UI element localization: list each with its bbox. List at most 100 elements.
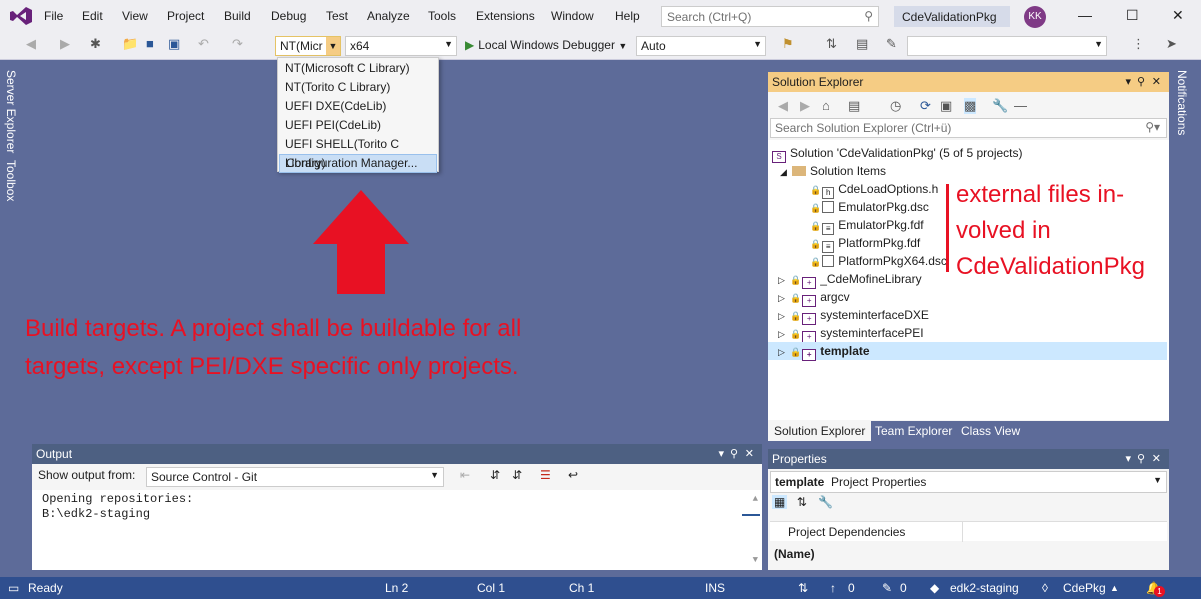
chevron-up-icon[interactable]: ▲ [1110,583,1119,593]
output-source-combo[interactable]: Source Control - Git ▼ [146,467,444,487]
menu-project[interactable]: Project [167,9,204,23]
chevron-down-icon[interactable]: ▾ [718,447,724,460]
menu-window[interactable]: Window [551,9,594,23]
output-text[interactable]: Opening repositories: B:\edk2-staging ▲ … [32,490,762,570]
menu-extensions[interactable]: Extensions [476,9,535,23]
solution-configuration-combo[interactable]: NT(Micr ▼ [275,36,341,56]
project-node[interactable]: ▷ 🔒 + argcv [768,288,1167,307]
collapsed-triangle-icon[interactable]: ▷ [778,307,790,325]
property-row[interactable]: Project Dependencies [770,521,1167,542]
collapsed-triangle-icon[interactable]: ▷ [778,289,790,307]
save-all-icon[interactable]: ▣ [168,36,180,52]
undo-icon[interactable]: ↶ [198,36,209,52]
menu-tools[interactable]: Tools [428,9,456,23]
collapsed-triangle-icon[interactable]: ▷ [778,343,790,361]
branch-name[interactable]: edk2-staging [950,581,1019,595]
collapse-all-icon[interactable]: ▣ [940,98,952,114]
tab-class-view[interactable]: Class View [955,421,1026,441]
dropdown-item-nt-microsoft[interactable]: NT(Microsoft C Library) [279,59,437,78]
menu-test[interactable]: Test [326,9,348,23]
dropdown-item-uefi-shell[interactable]: UEFI SHELL(Torito C Library) [279,135,437,170]
push-icon[interactable]: ↑ [830,581,836,595]
project-node[interactable]: ▷ 🔒 + systeminterfaceDXE [768,306,1167,325]
close-icon[interactable]: ✕ [1152,75,1161,88]
server-explorer-tab[interactable]: Server Explorer [4,70,18,153]
tab-team-explorer[interactable]: Team Explorer [869,421,958,441]
refresh-icon[interactable]: ⟳ [920,98,931,114]
wrench-icon[interactable]: 🔧 [818,495,833,509]
chevron-down-icon[interactable]: ▼ [1094,39,1103,49]
menu-analyze[interactable]: Analyze [367,9,410,23]
avatar[interactable]: KK [1024,6,1046,28]
redo-icon[interactable]: ↷ [232,36,243,52]
chevron-down-icon[interactable]: ▾ [1125,452,1131,465]
collapsed-triangle-icon[interactable]: ▷ [778,271,790,289]
solution-search-input[interactable]: Search Solution Explorer (Ctrl+ü) ⚲▾ [770,118,1167,138]
scroll-down-icon[interactable]: ▼ [753,553,758,568]
save-icon[interactable]: ■ [146,36,154,51]
home-icon[interactable]: ⌂ [822,98,830,113]
repo-icon[interactable]: ◊ [1042,581,1048,595]
menu-view[interactable]: View [122,9,148,23]
branch-icon[interactable]: ⇅ [826,36,837,52]
platform-combo[interactable]: x64 ▼ [345,36,457,56]
menu-help[interactable]: Help [615,9,640,23]
chevron-down-icon[interactable]: ▼ [1153,475,1162,485]
branch-icon[interactable]: ◆ [930,581,939,595]
pending-changes-icon[interactable]: ◷ [890,98,901,114]
menu-debug[interactable]: Debug [271,9,306,23]
prev-message-icon[interactable]: ⇵ [490,468,500,482]
comment-icon[interactable]: ▤ [856,36,868,52]
new-project-icon[interactable]: ✱ [90,36,101,52]
repo-name[interactable]: CdePkg [1063,581,1106,595]
back-icon[interactable]: ◀ [26,36,36,52]
chevron-down-icon[interactable]: ▼ [430,470,439,480]
search-input[interactable]: Search (Ctrl+Q) ⚲ [661,6,879,27]
chevron-down-icon[interactable]: ▼ [753,39,762,49]
changes-count[interactable]: 0 [900,581,907,595]
dropdown-item-nt-torito[interactable]: NT(Torito C Library) [279,78,437,97]
find-message-icon[interactable]: ⇤ [460,468,470,482]
menu-file[interactable]: File [44,9,63,23]
close-icon[interactable]: ✕ [1172,7,1184,24]
chevron-down-icon[interactable]: ▼ [326,37,340,55]
wrench-icon[interactable]: 🔧 [992,98,1008,114]
live-share-icon[interactable]: ➤ [1166,36,1177,52]
dropdown-item-uefi-dxe[interactable]: UEFI DXE(CdeLib) [279,97,437,116]
auto-combo[interactable]: Auto ▼ [636,36,766,56]
back-icon[interactable]: ◀ [778,98,788,114]
project-node[interactable]: ▷ 🔒 + systeminterfacePEI [768,324,1167,343]
toolbar-options-icon[interactable]: ⋮ [1132,36,1145,52]
dropdown-item-uefi-pei[interactable]: UEFI PEI(CdeLib) [279,116,437,135]
pull-request-icon[interactable]: ⇅ [798,581,808,595]
menu-build[interactable]: Build [224,9,251,23]
close-icon[interactable]: ✕ [745,447,754,460]
close-icon[interactable]: ✕ [1152,452,1161,465]
forward-icon[interactable]: ▶ [800,98,810,114]
expanded-triangle-icon[interactable]: ◢ [780,163,792,181]
find-icon[interactable]: ✎ [886,36,897,52]
find-combo[interactable]: ▼ [907,36,1107,56]
start-debugging-button[interactable]: ▶ Local Windows Debugger ▼ [465,38,627,52]
preview-icon[interactable]: — [1014,98,1027,113]
pin-icon[interactable]: ⚲ [1137,452,1145,465]
chevron-down-icon[interactable]: ▼ [444,39,453,49]
alphabetical-icon[interactable]: ⇅ [797,495,807,509]
maximize-icon[interactable]: ☐ [1126,7,1139,24]
forward-icon[interactable]: ▶ [60,36,70,52]
menu-edit[interactable]: Edit [82,9,103,23]
bookmark-icon[interactable]: ⚑ [782,36,794,52]
project-node-selected[interactable]: ▷ 🔒 + template [768,342,1167,361]
properties-object-selector[interactable]: template Project Properties ▼ [770,471,1167,493]
next-message-icon[interactable]: ⇵ [512,468,522,482]
show-all-files-icon[interactable]: ▩ [964,98,977,114]
switch-views-icon[interactable]: ▤ [848,98,860,114]
minimize-icon[interactable]: — [1078,7,1092,23]
tab-solution-explorer[interactable]: Solution Explorer [768,421,872,441]
pin-icon[interactable]: ⚲ [1137,75,1145,88]
scroll-up-icon[interactable]: ▲ [753,492,758,507]
collapsed-triangle-icon[interactable]: ▷ [778,325,790,343]
chevron-down-icon[interactable]: ▾ [1125,75,1131,88]
pencil-icon[interactable]: ✎ [882,581,892,595]
chevron-down-icon[interactable]: ▼ [618,41,627,51]
